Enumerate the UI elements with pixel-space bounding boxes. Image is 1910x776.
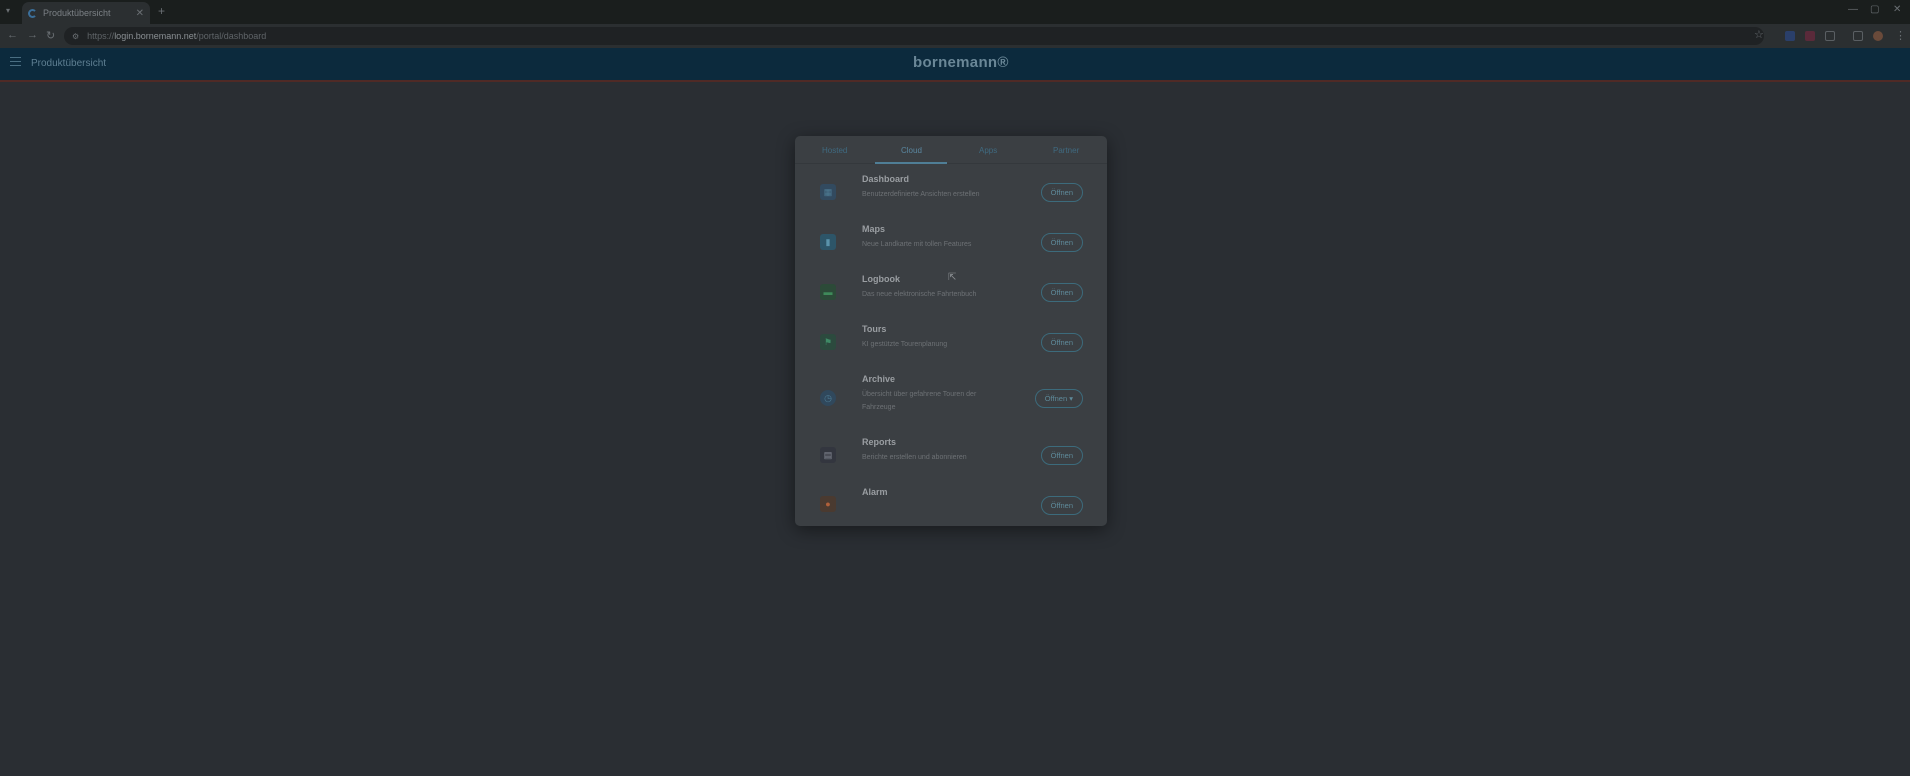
close-window-button[interactable]: ✕ <box>1893 4 1901 15</box>
product-name: Reports <box>862 437 897 447</box>
open-logbook-button[interactable]: Öffnen <box>1040 283 1083 302</box>
open-reports-button[interactable]: Öffnen <box>1040 446 1083 465</box>
bornemann-logo: bornemann® <box>913 54 1009 71</box>
product-description: Das neue elektronische Fahrtenbuch <box>862 291 977 298</box>
product-name: Maps <box>862 224 886 234</box>
tab-list-icon[interactable]: ▾ <box>6 6 10 15</box>
open-dashboard-button[interactable]: Öffnen <box>1040 183 1083 202</box>
page-title: Produktübersicht <box>31 58 107 69</box>
header-accent-line <box>0 80 1910 82</box>
open-tours-button[interactable]: Öffnen <box>1040 333 1083 352</box>
site-info-icon[interactable]: ⚙ <box>72 32 79 41</box>
address-url: https://login.bornemann.net/portal/dashb… <box>87 31 267 41</box>
active-tab-indicator <box>875 162 947 164</box>
side-panel-icon[interactable] <box>1853 31 1863 41</box>
tab-cloud[interactable]: Cloud <box>901 146 922 155</box>
product-name: Archive <box>862 374 896 384</box>
map-icon: ▮ <box>820 234 836 250</box>
mouse-cursor-icon: ⇱ <box>948 272 957 283</box>
reload-icon[interactable]: ↻ <box>46 29 55 42</box>
extensions-puzzle-icon[interactable] <box>1825 31 1835 41</box>
open-alarm-button[interactable]: Öffnen <box>1040 496 1083 515</box>
browser-tab-title: Produktübersicht <box>43 8 111 18</box>
product-description: Benutzerdefinierte Ansichten erstellen <box>862 191 980 198</box>
clock-icon: ◷ <box>820 390 836 406</box>
tab-hosted[interactable]: Hosted <box>822 146 847 155</box>
open-maps-button[interactable]: Öffnen <box>1040 233 1083 252</box>
maximize-window-button[interactable]: ▢ <box>1870 4 1879 15</box>
product-name: Logbook <box>862 274 900 284</box>
hamburger-menu-icon[interactable] <box>10 57 21 66</box>
minimize-window-button[interactable]: — <box>1848 4 1858 15</box>
browser-tab[interactable]: Produktübersicht ✕ <box>22 2 150 24</box>
tab-apps[interactable]: Apps <box>979 146 997 155</box>
more-menu-icon[interactable]: ⋮ <box>1895 29 1906 42</box>
product-description: KI gestützte Tourenplanung <box>862 341 948 348</box>
dialog-tabs: Hosted Cloud Apps Partner <box>795 136 1107 164</box>
extension-icon[interactable] <box>1785 31 1795 41</box>
extension-icon[interactable] <box>1805 31 1815 41</box>
new-tab-button[interactable]: + <box>158 4 165 18</box>
address-bar[interactable]: ⚙ https://login.bornemann.net/portal/das… <box>64 27 1764 45</box>
back-icon[interactable]: ← <box>7 29 18 41</box>
product-name: Tours <box>862 324 887 334</box>
product-name: Alarm <box>862 487 888 497</box>
profile-avatar-icon[interactable] <box>1873 31 1883 41</box>
browser-tab-bar: ▾ Produktübersicht ✕ + — ▢ ✕ <box>0 0 1910 24</box>
tab-partner[interactable]: Partner <box>1053 146 1079 155</box>
browser-toolbar: ← → ↻ ⚙ https://login.bornemann.net/port… <box>0 24 1910 48</box>
product-description: Neue Landkarte mit tollen Features <box>862 241 972 248</box>
forward-icon[interactable]: → <box>27 29 38 41</box>
open-archive-dropdown-button[interactable]: Öffnen ▾ <box>1034 389 1083 408</box>
product-description: Übersicht über gefahrene Touren der Fahr… <box>862 391 977 411</box>
alarm-icon: ● <box>820 496 836 512</box>
dashboard-icon: ▦ <box>820 184 836 200</box>
app-header: Produktübersicht bornemann® <box>0 48 1910 80</box>
close-tab-icon[interactable]: ✕ <box>136 8 144 19</box>
product-overview-dialog: Hosted Cloud Apps Partner ▦ Dashboard Be… <box>795 136 1107 526</box>
car-icon: ▬ <box>820 284 836 300</box>
flag-icon: ⚑ <box>820 334 836 350</box>
bornemann-favicon-icon <box>28 8 37 18</box>
product-name: Dashboard <box>862 174 910 184</box>
product-description: Berichte erstellen und abonnieren <box>862 454 967 461</box>
bookmark-star-icon[interactable]: ☆ <box>1754 28 1764 41</box>
report-icon: ▤ <box>820 447 836 463</box>
